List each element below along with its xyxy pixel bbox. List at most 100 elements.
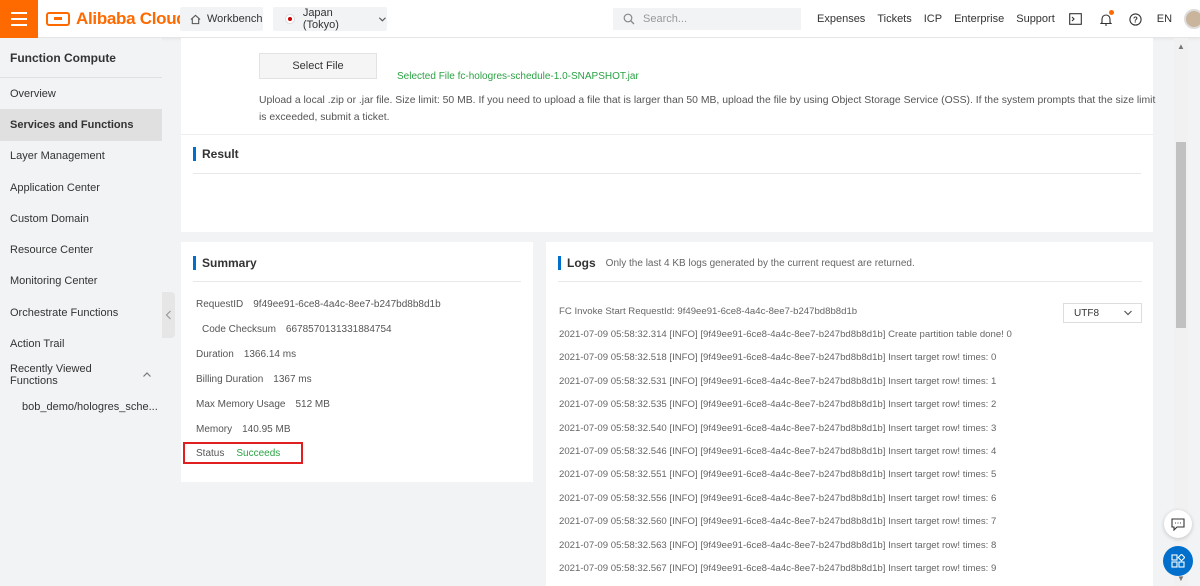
log-line: 2021-07-09 05:58:32.531 [INFO] [9f49ee91… <box>559 376 997 387</box>
max-memory-label: Max Memory Usage <box>196 399 286 410</box>
nav-icp[interactable]: ICP <box>924 13 942 25</box>
sidebar-title: Function Compute <box>0 38 162 78</box>
select-file-button[interactable]: Select File <box>259 53 377 79</box>
log-line: 2021-07-09 05:58:32.540 [INFO] [9f49ee91… <box>559 423 997 434</box>
logs-heading: Logs Only the last 4 KB logs generated b… <box>558 256 915 270</box>
workbench-label: Workbench <box>207 13 263 25</box>
status-value: Succeeds <box>236 447 281 459</box>
top-nav-links: Expenses Tickets ICP Enterprise Support … <box>817 0 1200 38</box>
chevron-down-icon <box>379 16 387 22</box>
scrollbar-thumb[interactable] <box>1176 142 1186 328</box>
home-icon <box>190 14 201 24</box>
heading-accent-bar <box>193 256 196 270</box>
log-line: 2021-07-09 05:58:32.535 [INFO] [9f49ee91… <box>559 399 997 410</box>
region-selector[interactable]: Japan (Tokyo) <box>273 7 387 31</box>
log-line: 2021-07-09 05:58:32.563 [INFO] [9f49ee91… <box>559 540 997 551</box>
sidebar-item-custom-domain[interactable]: Custom Domain <box>0 203 162 234</box>
memory-value: 140.95 MB <box>242 424 291 435</box>
upload-panel: Select File Selected File fc-hologres-sc… <box>181 38 1155 135</box>
search-placeholder: Search... <box>643 13 688 25</box>
summary-title: Summary <box>202 256 257 270</box>
workbench-button[interactable]: Workbench <box>180 7 263 31</box>
logs-title: Logs <box>567 256 596 270</box>
nav-expenses[interactable]: Expenses <box>817 13 865 25</box>
request-id-value: 9f49ee91-6ce8-4a4c-8ee7-b247bd8b8d1b <box>253 299 441 310</box>
svg-text:?: ? <box>1133 15 1138 24</box>
nav-support[interactable]: Support <box>1016 13 1055 25</box>
user-avatar[interactable] <box>1184 9 1200 29</box>
heading-accent-bar <box>193 147 196 161</box>
selected-file-text: Selected File fc-hologres-schedule-1.0-S… <box>397 71 639 82</box>
divider <box>193 173 1141 174</box>
summary-request-id: RequestID 9f49ee91-6ce8-4a4c-8ee7-b247bd… <box>196 299 441 310</box>
apps-icon[interactable] <box>1163 546 1193 576</box>
sidebar-item-overview[interactable]: Overview <box>0 78 162 109</box>
summary-max-memory: Max Memory Usage 512 MB <box>196 399 330 410</box>
log-line: FC Invoke Start RequestId: 9f49ee91-6ce8… <box>559 306 858 317</box>
help-icon[interactable]: ? <box>1127 10 1145 28</box>
sidebar-item-layer-management[interactable]: Layer Management <box>0 141 162 172</box>
chevron-down-icon <box>1124 310 1132 316</box>
feedback-icon[interactable] <box>1164 510 1192 538</box>
region-label: Japan (Tokyo) <box>302 7 339 31</box>
logs-subtitle: Only the last 4 KB logs generated by the… <box>605 257 915 269</box>
status-label: Status <box>196 447 225 459</box>
sidebar: Function Compute Overview Services and F… <box>0 38 162 586</box>
top-navigation-bar: Alibaba Cloud Workbench Japan (Tokyo) Se… <box>0 0 1200 38</box>
page-scrollbar[interactable]: ▲ ▼ <box>1174 38 1188 586</box>
terminal-icon[interactable] <box>1067 10 1085 28</box>
search-input[interactable]: Search... <box>613 8 801 30</box>
japan-flag-icon <box>285 14 295 24</box>
alibaba-cloud-logo[interactable]: Alibaba Cloud <box>46 8 187 30</box>
encoding-select[interactable]: UTF8 <box>1063 303 1142 323</box>
upload-hint: Upload a local .zip or .jar file. Size l… <box>259 95 1156 123</box>
divider <box>558 281 1142 282</box>
sidebar-collapse-toggle[interactable] <box>162 292 175 338</box>
result-heading: Result <box>193 147 239 161</box>
scroll-up-arrow-icon[interactable]: ▲ <box>1174 42 1188 52</box>
log-line: 2021-07-09 05:58:32.560 [INFO] [9f49ee91… <box>559 516 997 527</box>
max-memory-value: 512 MB <box>295 399 330 410</box>
nav-enterprise[interactable]: Enterprise <box>954 13 1004 25</box>
billing-value: 1367 ms <box>273 374 312 385</box>
status-highlight-box: Status Succeeds <box>183 442 303 464</box>
logs-panel: Logs Only the last 4 KB logs generated b… <box>546 242 1153 586</box>
sidebar-item-action-trail[interactable]: Action Trail <box>0 328 162 359</box>
summary-duration: Duration 1366.14 ms <box>196 349 296 360</box>
summary-billing-duration: Billing Duration 1367 ms <box>196 374 312 385</box>
divider <box>193 281 521 282</box>
recently-viewed-label: Recently Viewed Functions <box>10 363 92 388</box>
log-line: 2021-07-09 05:58:32.518 [INFO] [9f49ee91… <box>559 352 997 363</box>
duration-value: 1366.14 ms <box>243 349 297 360</box>
search-icon <box>623 13 635 25</box>
chevron-up-icon <box>143 372 151 378</box>
sidebar-item-monitoring-center[interactable]: Monitoring Center <box>0 266 162 297</box>
sidebar-item-services-functions[interactable]: Services and Functions <box>0 109 162 141</box>
bell-icon[interactable] <box>1097 10 1115 28</box>
language-switch[interactable]: EN <box>1157 13 1172 25</box>
log-line: 2021-07-09 05:58:32.556 [INFO] [9f49ee91… <box>559 493 997 504</box>
notification-dot <box>1108 10 1114 15</box>
sidebar-item-recently-viewed[interactable]: Recently Viewed Functions <box>0 360 162 391</box>
summary-heading: Summary <box>193 256 257 270</box>
result-title: Result <box>202 147 239 161</box>
sidebar-item-orchestrate-functions[interactable]: Orchestrate Functions <box>0 297 162 328</box>
result-panel: Result <box>181 134 1153 232</box>
main-content: Select File Selected File fc-hologres-sc… <box>175 38 1162 586</box>
sidebar-item-resource-center[interactable]: Resource Center <box>0 234 162 265</box>
log-line: 2021-07-09 05:58:32.567 [INFO] [9f49ee91… <box>559 563 997 574</box>
request-id-label: RequestID <box>196 299 244 310</box>
brand-name: Alibaba Cloud <box>76 9 187 28</box>
log-line: 2021-07-09 05:58:32.551 [INFO] [9f49ee91… <box>559 469 997 480</box>
nav-tickets[interactable]: Tickets <box>877 13 911 25</box>
sidebar-item-application-center[interactable]: Application Center <box>0 172 162 203</box>
duration-label: Duration <box>196 349 234 360</box>
summary-panel: Summary RequestID 9f49ee91-6ce8-4a4c-8ee… <box>181 242 533 482</box>
sidebar-item-recent-function[interactable]: bob_demo/hologres_sche... <box>0 391 162 422</box>
hamburger-menu-icon[interactable] <box>0 0 38 38</box>
chevron-left-icon <box>165 310 171 320</box>
heading-accent-bar <box>558 256 561 270</box>
logo-mark-icon <box>46 12 70 26</box>
summary-code-checksum: Code Checksum 6678570131331884754 <box>202 324 392 335</box>
memory-label: Memory <box>196 424 233 435</box>
